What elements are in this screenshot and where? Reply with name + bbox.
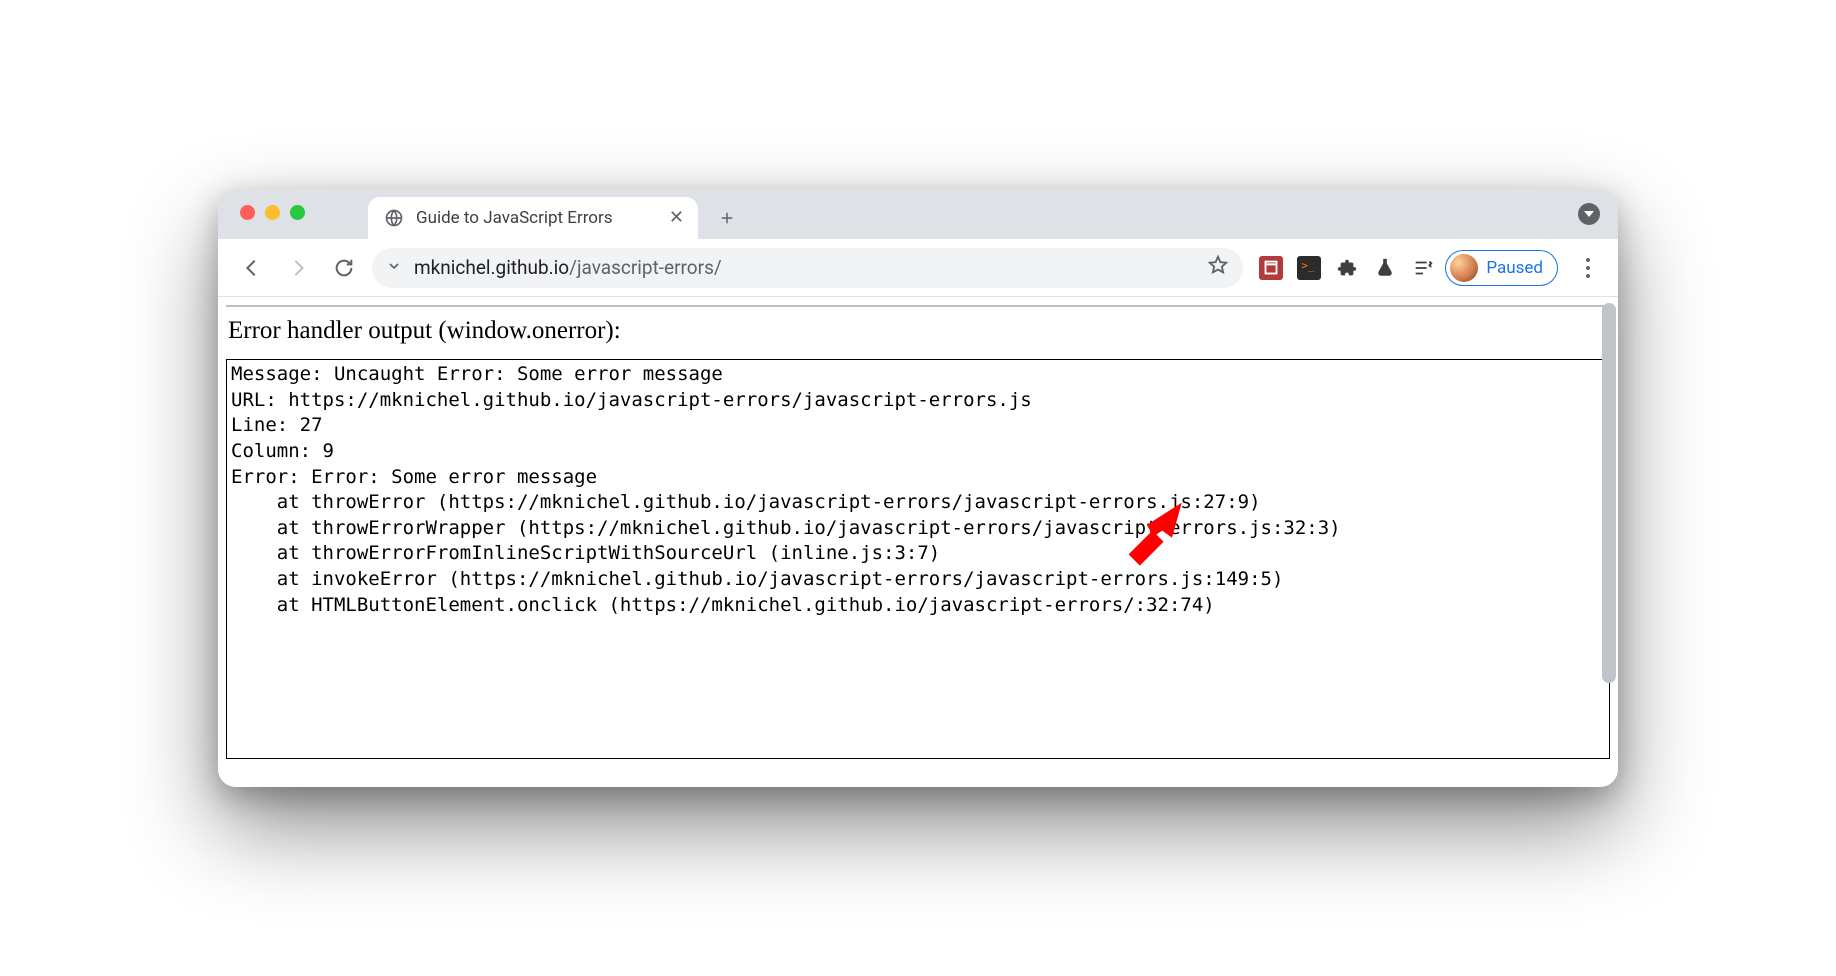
minimize-window-button[interactable] — [265, 205, 280, 220]
zoom-window-button[interactable] — [290, 205, 305, 220]
reload-button[interactable] — [326, 250, 362, 286]
scrollbar-thumb[interactable] — [1602, 303, 1616, 683]
extension-icon-2[interactable] — [1297, 256, 1321, 280]
extension-icons — [1259, 256, 1435, 280]
toolbar: mknichel.github.io/javascript-errors/ — [218, 239, 1618, 297]
extension-icon-1[interactable] — [1259, 256, 1283, 280]
browser-tab[interactable]: Guide to JavaScript Errors ✕ — [368, 197, 698, 239]
search-tabs-button[interactable] — [1578, 203, 1600, 225]
page-content: Error handler output (window.onerror): M… — [218, 297, 1618, 787]
address-bar[interactable]: mknichel.github.io/javascript-errors/ — [372, 248, 1243, 288]
window-controls — [240, 205, 305, 220]
new-tab-button[interactable] — [710, 201, 744, 235]
vertical-scrollbar[interactable] — [1602, 303, 1616, 781]
close-window-button[interactable] — [240, 205, 255, 220]
reading-list-icon[interactable] — [1411, 256, 1435, 280]
close-tab-button[interactable]: ✕ — [669, 209, 684, 227]
labs-flask-icon[interactable] — [1373, 256, 1397, 280]
profile-avatar — [1450, 254, 1478, 282]
forward-button[interactable] — [280, 250, 316, 286]
section-heading: Error handler output (window.onerror): — [228, 317, 1610, 345]
error-output-box: Message: Uncaught Error: Some error mess… — [226, 359, 1610, 759]
divider — [226, 305, 1610, 307]
profile-status: Paused — [1486, 258, 1543, 278]
bookmark-star-icon[interactable] — [1207, 254, 1229, 281]
tab-title: Guide to JavaScript Errors — [416, 208, 657, 228]
extensions-puzzle-icon[interactable] — [1335, 256, 1359, 280]
chrome-menu-button[interactable] — [1574, 258, 1602, 278]
globe-icon — [384, 208, 404, 228]
site-info-button[interactable] — [386, 256, 402, 279]
browser-window: Guide to JavaScript Errors ✕ — [218, 189, 1618, 787]
url-path: /javascript-errors/ — [569, 256, 722, 279]
url-text: mknichel.github.io/javascript-errors/ — [414, 256, 722, 279]
profile-paused-chip[interactable]: Paused — [1445, 250, 1558, 286]
back-button[interactable] — [234, 250, 270, 286]
url-host: mknichel.github.io — [414, 256, 569, 279]
tabstrip: Guide to JavaScript Errors ✕ — [218, 189, 1618, 239]
